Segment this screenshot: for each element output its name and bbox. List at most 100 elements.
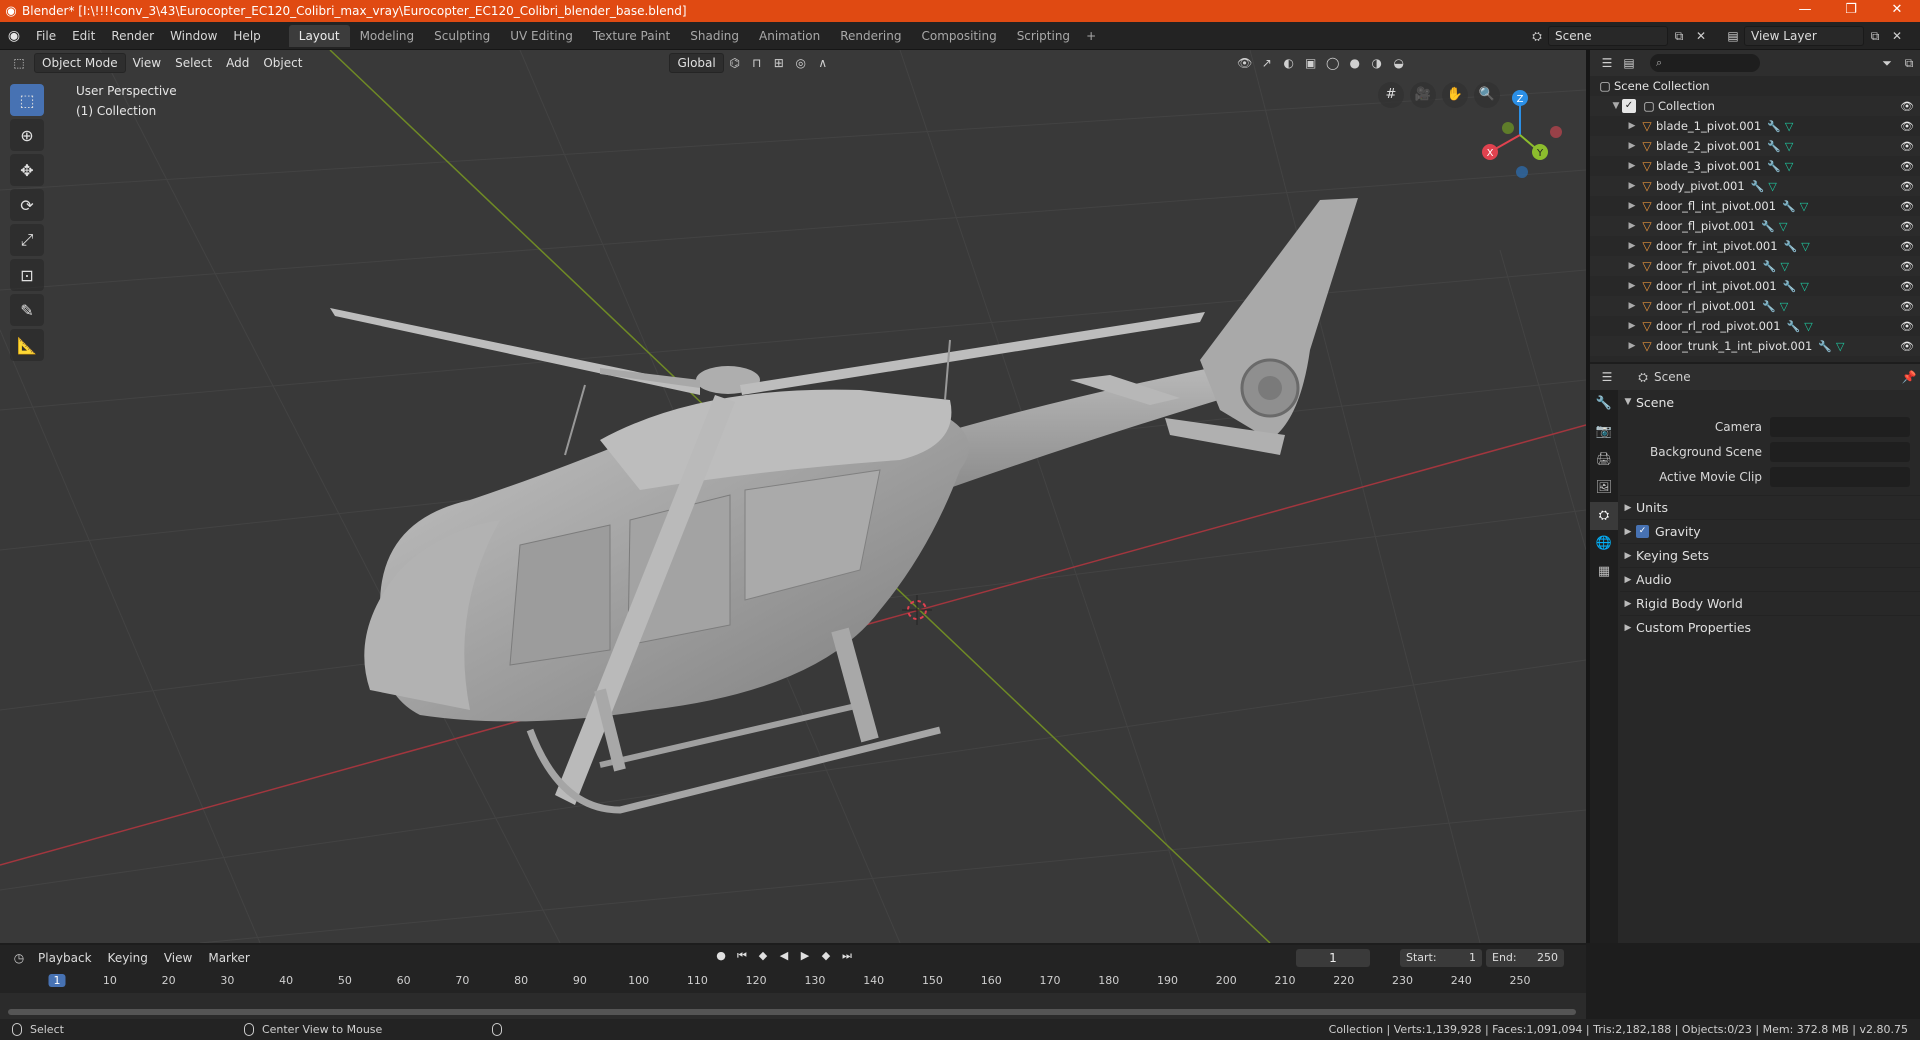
outliner-search-input[interactable]: ⌕ — [1650, 54, 1760, 72]
expand-triangle-icon[interactable]: ▶ — [1626, 201, 1638, 211]
modifier-wrench-icon[interactable]: 🔧 — [1761, 220, 1775, 233]
close-button[interactable]: ✕ — [1874, 0, 1920, 22]
camera-field[interactable] — [1770, 416, 1910, 437]
gravity-panel[interactable]: ▶ ✓ Gravity — [1620, 519, 1920, 543]
transform-tool[interactable]: ⊡ — [10, 259, 44, 291]
tool-tab-icon[interactable]: 🔧 — [1590, 390, 1618, 418]
eye-icon[interactable]: 👁 — [1900, 100, 1914, 113]
snap-target-icon[interactable]: ⊞ — [768, 56, 790, 70]
properties-editor-icon[interactable]: ☰ — [1596, 370, 1618, 384]
outliner-object-row[interactable]: ▶ ▽ door_trunk_1_int_pivot.001 🔧 ▽ 👁 — [1590, 336, 1920, 356]
snap-icon[interactable]: ⊓ — [746, 56, 768, 70]
visibility-icon[interactable]: 👁 — [1234, 56, 1256, 70]
viewport-menu-add[interactable]: Add — [219, 56, 256, 70]
expand-triangle-icon[interactable]: ▶ — [1626, 221, 1638, 231]
mesh-data-icon[interactable]: ▽ — [1836, 340, 1844, 353]
menu-file[interactable]: File — [28, 29, 64, 43]
expand-triangle-icon[interactable]: ▶ — [1626, 241, 1638, 251]
modifier-wrench-icon[interactable]: 🔧 — [1767, 120, 1781, 133]
expand-triangle-icon[interactable]: ▶ — [1626, 261, 1638, 271]
tab-shading[interactable]: Shading — [680, 25, 749, 47]
mesh-data-icon[interactable]: ▽ — [1801, 240, 1809, 253]
new-collection-icon[interactable]: ⧉ — [1898, 56, 1920, 71]
collapse-triangle-icon[interactable]: ▼ — [1610, 101, 1622, 111]
outliner-object-row[interactable]: ▶ ▽ door_fr_int_pivot.001 🔧 ▽ 👁 — [1590, 236, 1920, 256]
maximize-button[interactable]: ❐ — [1828, 0, 1874, 22]
collection-row[interactable]: ▼ ✓ ▢ Collection 👁 — [1590, 96, 1920, 116]
outliner-object-row[interactable]: ▶ ▽ blade_1_pivot.001 🔧 ▽ 👁 — [1590, 116, 1920, 136]
end-frame-field[interactable]: End: 250 — [1486, 949, 1564, 967]
rigid-body-world-panel[interactable]: ▶ Rigid Body World — [1620, 591, 1920, 615]
outliner-object-row[interactable]: ▶ ▽ blade_3_pivot.001 🔧 ▽ 👁 — [1590, 156, 1920, 176]
custom-properties-panel[interactable]: ▶ Custom Properties — [1620, 615, 1920, 639]
keying-sets-panel[interactable]: ▶ Keying Sets — [1620, 543, 1920, 567]
exclude-checkbox[interactable]: ✓ — [1622, 99, 1636, 113]
modifier-wrench-icon[interactable]: 🔧 — [1818, 340, 1832, 353]
toggle-grid-icon[interactable]: # — [1378, 82, 1404, 108]
viewport-menu-object[interactable]: Object — [256, 56, 309, 70]
delete-view-layer-icon[interactable]: ✕ — [1886, 29, 1908, 43]
texture-tab-icon[interactable]: ▦ — [1590, 558, 1618, 586]
falloff-icon[interactable]: ∧ — [812, 56, 834, 70]
gizmo-toggle-icon[interactable]: ↗ — [1256, 56, 1278, 70]
timeline-menu-marker[interactable]: Marker — [200, 951, 257, 965]
next-keyframe-icon[interactable]: ◆ — [817, 949, 835, 963]
timeline-menu-view[interactable]: View — [156, 951, 200, 965]
cursor-tool[interactable]: ⊕ — [10, 119, 44, 151]
mesh-data-icon[interactable]: ▽ — [1779, 220, 1787, 233]
outliner-object-row[interactable]: ▶ ▽ body_pivot.001 🔧 ▽ 👁 — [1590, 176, 1920, 196]
helicopter-model[interactable] — [330, 198, 1358, 814]
view-layer-icon[interactable]: ▤ — [1722, 29, 1744, 43]
mesh-data-icon[interactable]: ▽ — [1768, 180, 1776, 193]
active-movie-clip-field[interactable] — [1770, 466, 1910, 487]
jump-start-icon[interactable]: ⏮ — [733, 949, 751, 963]
audio-panel[interactable]: ▶ Audio — [1620, 567, 1920, 591]
3d-cursor[interactable] — [902, 595, 932, 625]
rotate-tool[interactable]: ⟳ — [10, 189, 44, 221]
scene-collection-row[interactable]: ▢ Scene Collection — [1590, 76, 1920, 96]
output-tab-icon[interactable]: 🖨 — [1590, 446, 1618, 474]
record-icon[interactable]: ● — [712, 949, 730, 963]
outliner-object-row[interactable]: ▶ ▽ door_rl_pivot.001 🔧 ▽ 👁 — [1590, 296, 1920, 316]
tab-rendering[interactable]: Rendering — [830, 25, 911, 47]
outliner-object-row[interactable]: ▶ ▽ door_rl_int_pivot.001 🔧 ▽ 👁 — [1590, 276, 1920, 296]
select-box-tool[interactable]: ⬚ — [10, 84, 44, 116]
scene-icon[interactable]: ⛭ — [1526, 29, 1548, 44]
measure-tool[interactable]: 📐 — [10, 329, 44, 361]
eye-icon[interactable]: 👁 — [1900, 280, 1914, 293]
modifier-wrench-icon[interactable]: 🔧 — [1782, 200, 1796, 213]
modifier-wrench-icon[interactable]: 🔧 — [1763, 260, 1777, 273]
menu-edit[interactable]: Edit — [64, 29, 103, 43]
add-workspace-button[interactable]: + — [1080, 25, 1102, 47]
3d-viewport[interactable]: ⬚ Object Mode View Select Add Object Glo… — [0, 50, 1586, 943]
units-panel[interactable]: ▶ Units — [1620, 495, 1920, 519]
modifier-wrench-icon[interactable]: 🔧 — [1762, 300, 1776, 313]
minimize-button[interactable]: — — [1782, 0, 1828, 22]
modifier-wrench-icon[interactable]: 🔧 — [1787, 320, 1801, 333]
modifier-wrench-icon[interactable]: 🔧 — [1767, 160, 1781, 173]
scale-tool[interactable]: ⤢ — [10, 224, 44, 256]
expand-triangle-icon[interactable]: ▶ — [1626, 321, 1638, 331]
eye-icon[interactable]: 👁 — [1900, 200, 1914, 213]
new-view-layer-icon[interactable]: ⧉ — [1864, 29, 1886, 44]
modifier-wrench-icon[interactable]: 🔧 — [1767, 140, 1781, 153]
expand-triangle-icon[interactable]: ▶ — [1626, 121, 1638, 131]
modifier-wrench-icon[interactable]: 🔧 — [1784, 240, 1798, 253]
solid-shading-icon[interactable]: ● — [1344, 56, 1366, 70]
outliner-object-row[interactable]: ▶ ▽ door_fr_pivot.001 🔧 ▽ 👁 — [1590, 256, 1920, 276]
jump-end-icon[interactable]: ⏭ — [838, 949, 856, 963]
tab-modeling[interactable]: Modeling — [350, 25, 425, 47]
eye-icon[interactable]: 👁 — [1900, 140, 1914, 153]
world-tab-icon[interactable]: 🌐 — [1590, 530, 1618, 558]
display-mode-icon[interactable]: ▤ — [1618, 56, 1640, 70]
tab-compositing[interactable]: Compositing — [911, 25, 1006, 47]
outliner-object-row[interactable]: ▶ ▽ blade_2_pivot.001 🔧 ▽ 👁 — [1590, 136, 1920, 156]
eye-icon[interactable]: 👁 — [1900, 180, 1914, 193]
modifier-wrench-icon[interactable]: 🔧 — [1783, 280, 1797, 293]
mesh-data-icon[interactable]: ▽ — [1780, 300, 1788, 313]
delete-scene-icon[interactable]: ✕ — [1690, 29, 1712, 43]
outliner-object-row[interactable]: ▶ ▽ door_rl_rod_pivot.001 🔧 ▽ 👁 — [1590, 316, 1920, 336]
mesh-data-icon[interactable]: ▽ — [1785, 140, 1793, 153]
render-tab-icon[interactable]: 📷 — [1590, 418, 1618, 446]
editor-type-icon[interactable]: ⬚ — [8, 56, 30, 70]
